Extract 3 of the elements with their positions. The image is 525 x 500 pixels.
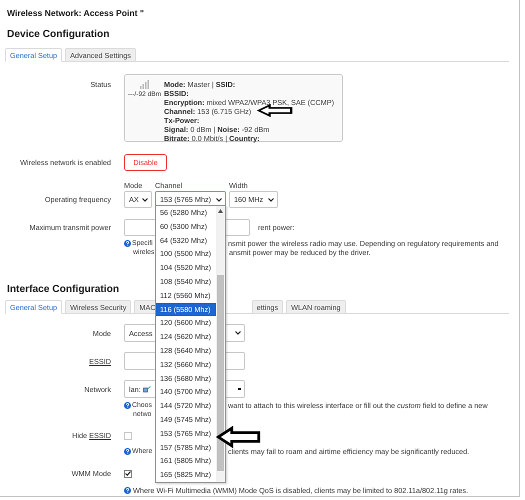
section-heading: Interface Configuration (7, 284, 120, 296)
section-heading: Device Configuration (7, 29, 110, 41)
page-title: Wireless Network: Access Point " (6, 7, 145, 19)
